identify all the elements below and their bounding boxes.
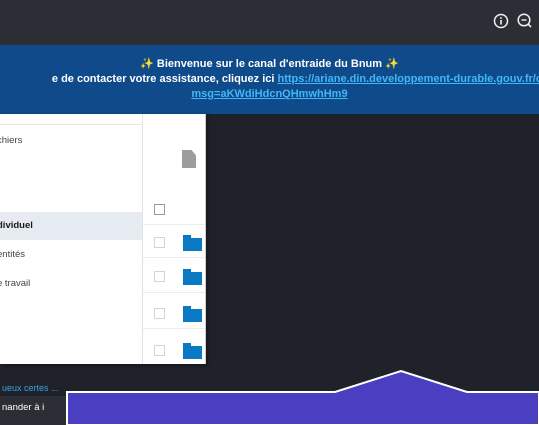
sparkle-icon: ✨ bbox=[140, 58, 154, 70]
file-icon bbox=[182, 150, 196, 168]
row-checkbox[interactable] bbox=[154, 237, 165, 248]
tour-popover-bubble bbox=[66, 369, 539, 425]
folder-icon[interactable] bbox=[183, 343, 202, 359]
row-divider bbox=[143, 224, 205, 225]
sparkle-icon: ✨ bbox=[385, 58, 399, 70]
nav-item-espace-travail[interactable]: e travail bbox=[0, 270, 142, 298]
folder-icon[interactable] bbox=[183, 235, 202, 251]
file-list bbox=[143, 114, 205, 364]
select-all-checkbox[interactable] bbox=[154, 204, 165, 215]
banner-title-text: Bienvenue sur le canal d'entraide du Bnu… bbox=[153, 58, 386, 70]
assistance-link[interactable]: https://ariane.din.developpement-durable… bbox=[278, 73, 539, 85]
nav-item-individuel[interactable]: dividuel bbox=[0, 212, 142, 240]
welcome-banner: ✨ Bienvenue sur le canal d'entraide du B… bbox=[0, 45, 539, 114]
tour-popover bbox=[66, 369, 539, 425]
folder-icon[interactable] bbox=[183, 306, 202, 322]
help-search-icon[interactable] bbox=[516, 12, 534, 30]
row-divider bbox=[143, 292, 205, 293]
files-dropdown-panel: chiers dividuel entités e travail bbox=[0, 114, 206, 364]
top-bar bbox=[0, 0, 539, 45]
assistance-link-continued[interactable]: msg=aKWdiHdcnQHmwhHm9 bbox=[191, 88, 347, 100]
nav-top-divider bbox=[0, 114, 142, 125]
row-divider bbox=[143, 257, 205, 258]
row-divider bbox=[143, 328, 205, 329]
row-checkbox[interactable] bbox=[154, 308, 165, 319]
banner-contact-text: e de contacter votre assistance, cliquez… bbox=[51, 73, 278, 85]
banner-link-continued: msg=aKWdiHdcnQHmwhHm9 bbox=[0, 88, 539, 100]
row-checkbox[interactable] bbox=[154, 271, 165, 282]
folder-icon[interactable] bbox=[183, 269, 202, 285]
nav-item-entites[interactable]: entités bbox=[0, 241, 142, 269]
info-icon[interactable] bbox=[492, 12, 510, 30]
nav-item-fichiers[interactable]: chiers bbox=[0, 127, 142, 155]
row-checkbox[interactable] bbox=[154, 345, 165, 356]
banner-contact-line: e de contacter votre assistance, cliquez… bbox=[52, 73, 539, 85]
nav-column: chiers dividuel entités e travail bbox=[0, 114, 143, 364]
banner-title: ✨ Bienvenue sur le canal d'entraide du B… bbox=[0, 57, 539, 70]
